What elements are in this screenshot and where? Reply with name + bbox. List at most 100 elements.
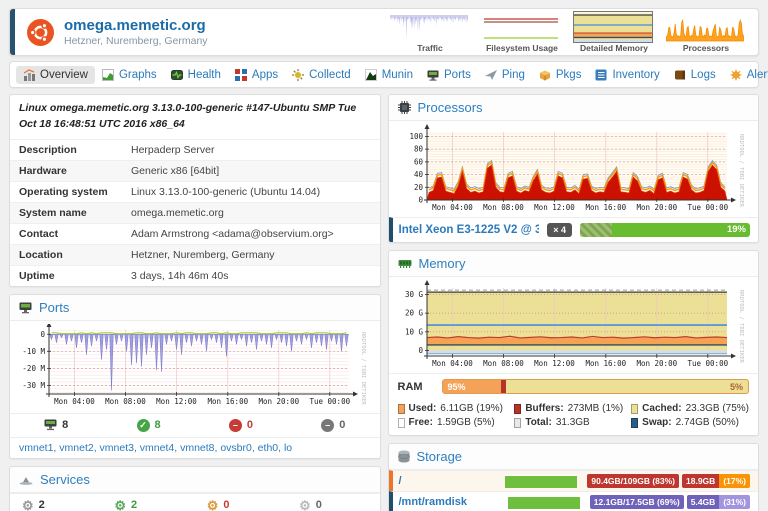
svg-text:RRDTOOL / TOBI OETIKER: RRDTOOL / TOBI OETIKER	[360, 332, 366, 406]
memory-minigraph-image[interactable]	[574, 12, 652, 42]
row-value: Linux 3.13.0-100-generic (Ubuntu 14.04)	[131, 186, 320, 198]
memory-title-link[interactable]: Memory	[419, 256, 466, 271]
swap-swatch-icon	[631, 418, 638, 428]
ports-count-down[interactable]: –0	[195, 419, 287, 432]
svg-text:-10 M: -10 M	[22, 346, 45, 355]
cpu-row: Intel Xeon E3-1225 V2 @ 3.20GHz × 4 19%	[389, 217, 759, 242]
count-value: 0	[223, 499, 229, 511]
total-swatch-icon	[514, 418, 521, 428]
minigraph-processors[interactable]: Processors	[666, 12, 746, 53]
free-swatch-icon	[398, 418, 405, 428]
tab-ping[interactable]: Ping	[478, 66, 532, 84]
filesystem-minigraph-image[interactable]	[482, 12, 560, 42]
row-value: Hetzner, Nuremberg, Germany	[131, 249, 275, 261]
tab-ports[interactable]: Ports	[420, 66, 478, 84]
svg-text:-20 M: -20 M	[22, 363, 45, 372]
legend-swap: Swap:2.74GB (50%)	[631, 417, 749, 428]
services-title-link[interactable]: Services	[40, 472, 90, 487]
services-count-total[interactable]: ⚙2	[10, 499, 102, 511]
svg-text:20 G: 20 G	[405, 309, 424, 318]
mount-link[interactable]: /	[399, 475, 506, 487]
ports-count-disabled[interactable]: –0	[287, 419, 379, 432]
memory-panel: Memory 010 G20 G30 GMon 04:00Mon 08:00Mo…	[388, 250, 760, 436]
minigraph-traffic[interactable]: Traffic	[390, 12, 470, 53]
tab-graphs[interactable]: Graphs	[95, 66, 164, 84]
services-count-disabled[interactable]: ⚙0	[287, 499, 379, 511]
tab-munin[interactable]: Munin	[358, 66, 420, 84]
tab-label: Munin	[382, 69, 413, 81]
storage-usage-minigraph[interactable]	[508, 496, 580, 509]
services-section-icon	[19, 474, 33, 485]
svg-text:-30 M: -30 M	[22, 380, 45, 389]
svg-text:60: 60	[414, 157, 424, 166]
mount-link[interactable]: /mnt/ramdisk	[399, 496, 508, 508]
ports-list[interactable]: vmnet1, vmnet2, vmnet3, vmnet4, vmnet8, …	[10, 437, 380, 458]
ports-icon	[427, 69, 439, 81]
health-icon	[171, 69, 183, 81]
storage-title-link[interactable]: Storage	[417, 449, 463, 464]
service-gear-icon: ⚙	[22, 499, 34, 511]
ping-icon	[485, 69, 497, 81]
svg-text:Tue 00:00: Tue 00:00	[688, 359, 729, 368]
svg-text:Mon 04:00: Mon 04:00	[432, 203, 473, 212]
row-value: Adam Armstrong <adama@observium.org>	[131, 228, 334, 240]
tab-alerts[interactable]: Alerts	[723, 66, 768, 84]
svg-text:RRDTOOL / TOBI OETIKER: RRDTOOL / TOBI OETIKER	[738, 134, 744, 208]
minigraph-detailed-memory[interactable]: Detailed Memory	[574, 12, 654, 53]
tab-collectd[interactable]: Collectd	[285, 66, 358, 84]
traffic-minigraph-image[interactable]	[390, 12, 468, 42]
ram-buffers-segment	[501, 380, 506, 393]
processors-minigraph-image[interactable]	[666, 12, 744, 42]
minigraph-filesystem[interactable]: Filesystem Usage	[482, 12, 562, 53]
services-count-down[interactable]: ⚙0	[195, 499, 287, 511]
tab-label: Logs	[691, 69, 716, 81]
processors-graph[interactable]: 020406080100Mon 04:00Mon 08:00Mon 12:00M…	[389, 121, 759, 217]
minus-circle-icon: –	[321, 419, 334, 432]
tab-health[interactable]: Health	[164, 66, 228, 84]
svg-text:Mon 08:00: Mon 08:00	[483, 359, 524, 368]
device-hostname-link[interactable]: omega.memetic.org	[64, 17, 208, 34]
check-circle-icon: ✓	[137, 419, 150, 432]
services-count-up[interactable]: ⚙2	[102, 499, 194, 511]
tab-apps[interactable]: Apps	[228, 66, 285, 84]
tab-overview[interactable]: Overview	[16, 66, 95, 84]
ports-count-total[interactable]: 8	[10, 419, 102, 431]
memory-legend: Used:6.11GB (19%) Buffers:273MB (1%) Cac…	[389, 399, 759, 435]
storage-section-icon	[398, 450, 410, 463]
tab-label: Health	[188, 69, 221, 81]
ports-graph[interactable]: 0-10 M-20 M-30 MMon 04:00Mon 08:00Mon 12…	[10, 321, 380, 413]
ports-count-up[interactable]: ✓8	[102, 419, 194, 432]
sysinfo-row: HardwareGeneric x86 [64bit]	[10, 160, 380, 181]
svg-text:Mon 12:00: Mon 12:00	[156, 397, 197, 406]
row-label: System name	[19, 207, 131, 219]
device-location: Hetzner, Nuremberg, Germany	[64, 35, 208, 47]
cpu-name-link[interactable]: Intel Xeon E3-1225 V2 @ 3.20GHz	[399, 224, 540, 236]
memory-graph[interactable]: 010 G20 G30 GMon 04:00Mon 08:00Mon 12:00…	[389, 277, 759, 373]
device-header: omega.memetic.org Hetzner, Nuremberg, Ge…	[9, 8, 759, 56]
tab-inventory[interactable]: Inventory	[588, 66, 666, 84]
ports-title-link[interactable]: Ports	[39, 300, 69, 315]
tab-label: Ping	[502, 69, 525, 81]
service-gear-warn-icon: ⚙	[207, 499, 219, 511]
processors-title-link[interactable]: Processors	[418, 100, 483, 115]
service-gear-off-icon: ⚙	[299, 499, 311, 511]
tab-pkgs[interactable]: Pkgs	[532, 66, 589, 84]
svg-text:Mon 16:00: Mon 16:00	[586, 203, 627, 212]
svg-text:20: 20	[414, 183, 424, 192]
tab-label: Ports	[444, 69, 471, 81]
logs-icon	[674, 69, 686, 81]
tab-logs[interactable]: Logs	[667, 66, 723, 84]
legend-total: Total:31.3GB	[514, 417, 631, 428]
storage-usage-minigraph[interactable]	[505, 475, 577, 488]
sysinfo-row: LocationHetzner, Nuremberg, Germany	[10, 244, 380, 265]
row-label: Location	[19, 249, 131, 261]
row-value: 3 days, 14h 46m 40s	[131, 270, 228, 282]
memory-section-icon	[398, 258, 412, 269]
ports-summary: 8 ✓8 –0 –0	[10, 413, 380, 437]
device-navbar: Overview Graphs Health Apps Collectd Mun…	[9, 61, 759, 88]
storage-row: /mnt/ramdisk 12.1GB/17.5GB (69%)5.4GB(31…	[389, 491, 759, 511]
services-summary: ⚙2 ⚙2 ⚙0 ⚙0	[10, 493, 380, 511]
svg-text:0: 0	[419, 196, 424, 205]
header-accent-bar	[10, 9, 15, 55]
service-gear-ok-icon: ⚙	[114, 499, 126, 511]
